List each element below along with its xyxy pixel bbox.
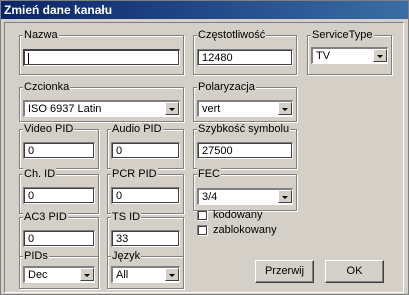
group-fec: FEC 3/4: [193, 168, 297, 211]
nazwa-input[interactable]: [23, 49, 180, 66]
dialog-title: Zmień dane kanału: [1, 1, 408, 19]
ac3-pid-label: AC3 PID: [23, 211, 68, 223]
szybkosc-symbolu-input[interactable]: 27500: [197, 142, 293, 159]
cancel-button[interactable]: Przerwij: [255, 260, 314, 283]
service-type-select[interactable]: TV: [311, 47, 388, 64]
ch-id-input[interactable]: 0: [23, 187, 95, 204]
checkbox-box[interactable]: [197, 224, 208, 236]
pcr-pid-input[interactable]: 0: [111, 187, 180, 204]
fec-value: 3/4: [202, 191, 218, 203]
czestotliwosc-label: Częstotliwość: [197, 29, 267, 41]
chevron-down-icon[interactable]: [165, 102, 179, 115]
pcr-pid-label: PCR PID: [111, 168, 158, 180]
group-service-type: ServiceType TV: [307, 29, 392, 75]
checkbox-box[interactable]: [197, 209, 208, 221]
chevron-down-icon[interactable]: [80, 268, 94, 281]
chevron-down-icon[interactable]: [278, 190, 292, 203]
ch-id-label: Ch. ID: [23, 168, 57, 180]
group-ch-id: Ch. ID 0: [19, 168, 99, 214]
ok-button[interactable]: OK: [325, 260, 384, 283]
czcionka-label: Czcionka: [23, 81, 71, 93]
service-type-label: ServiceType: [311, 29, 374, 41]
ts-id-input[interactable]: 33: [111, 230, 180, 247]
fec-select[interactable]: 3/4: [197, 188, 293, 205]
polaryzacja-select[interactable]: vert: [197, 100, 293, 117]
group-szybkosc-symbolu: Szybkość symbolu 27500: [193, 123, 297, 169]
jezyk-value: All: [116, 269, 129, 281]
czestotliwosc-input[interactable]: 12480: [197, 49, 293, 66]
pids-label: PIDs: [23, 250, 49, 262]
ac3-pid-input[interactable]: 0: [23, 230, 95, 247]
group-czestotliwosc: Częstotliwość 12480: [193, 29, 297, 75]
chevron-down-icon[interactable]: [165, 268, 179, 281]
ts-id-label: TS ID: [111, 211, 142, 223]
zablokowany-checkbox[interactable]: zablokowany: [197, 224, 277, 236]
group-jezyk: Język All: [107, 250, 184, 289]
group-polaryzacja: Polaryzacja vert: [193, 81, 297, 122]
group-czcionka: Czcionka ISO 6937 Latin: [19, 81, 184, 122]
fec-label: FEC: [197, 168, 221, 180]
group-audio-pid: Audio PID 0: [107, 123, 184, 169]
group-pids: PIDs Dec: [19, 250, 99, 289]
chevron-down-icon[interactable]: [278, 102, 292, 115]
group-nazwa: Nazwa: [19, 29, 184, 75]
video-pid-label: Video PID: [23, 123, 75, 135]
group-video-pid: Video PID 0: [19, 123, 99, 169]
jezyk-label: Język: [111, 250, 142, 262]
group-pcr-pid: PCR PID 0: [107, 168, 184, 214]
nazwa-label: Nazwa: [23, 29, 59, 41]
kodowany-checkbox[interactable]: kodowany: [197, 209, 263, 221]
pids-select[interactable]: Dec: [23, 266, 95, 283]
dialog-client-area: Nazwa Częstotliwość 12480 ServiceType TV…: [4, 22, 404, 293]
pids-value: Dec: [28, 269, 48, 281]
szybkosc-symbolu-label: Szybkość symbolu: [197, 123, 291, 135]
zablokowany-label: zablokowany: [213, 224, 277, 236]
polaryzacja-value: vert: [202, 103, 221, 115]
chevron-down-icon[interactable]: [373, 49, 387, 62]
text-caret: [28, 52, 29, 64]
jezyk-select[interactable]: All: [111, 266, 180, 283]
polaryzacja-label: Polaryzacja: [197, 81, 256, 93]
czcionka-select[interactable]: ISO 6937 Latin: [23, 100, 180, 117]
audio-pid-input[interactable]: 0: [111, 142, 180, 159]
edit-channel-dialog: Zmień dane kanału Nazwa Częstotliwość 12…: [0, 0, 409, 295]
service-type-value: TV: [316, 50, 331, 62]
kodowany-label: kodowany: [213, 209, 263, 221]
audio-pid-label: Audio PID: [111, 123, 163, 135]
video-pid-input[interactable]: 0: [23, 142, 95, 159]
czcionka-value: ISO 6937 Latin: [28, 103, 102, 115]
